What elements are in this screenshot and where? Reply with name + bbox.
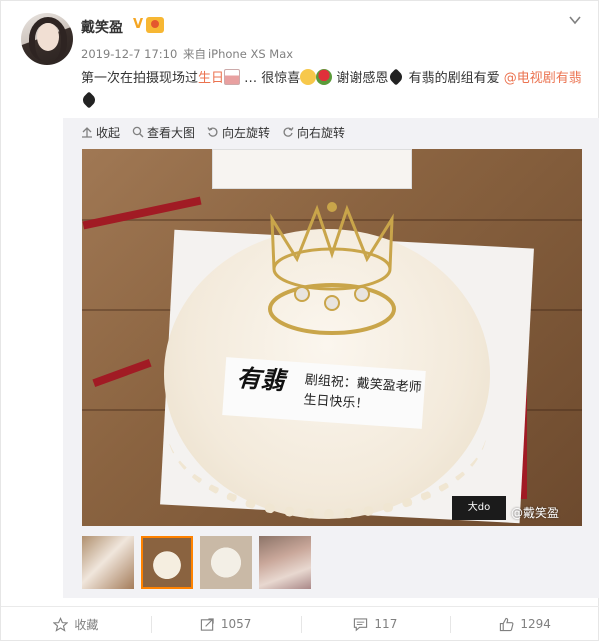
avatar-face bbox=[37, 23, 59, 51]
thumbs-up-icon bbox=[500, 617, 514, 631]
chevron-down-icon[interactable] bbox=[568, 13, 582, 27]
repost-icon bbox=[200, 617, 214, 631]
thumbnail[interactable] bbox=[200, 536, 252, 589]
medal-icon[interactable] bbox=[146, 17, 164, 33]
favorite-button[interactable]: 收藏 bbox=[1, 607, 151, 641]
author-name[interactable]: 戴笑盈 bbox=[81, 17, 123, 37]
black-heart-icon bbox=[387, 68, 405, 86]
rotate-right-button[interactable]: 向右旋转 bbox=[282, 123, 345, 141]
repost-count: 1057 bbox=[220, 617, 252, 631]
cake-emoji-icon bbox=[224, 69, 241, 85]
post-source: iPhone XS Max bbox=[207, 47, 294, 61]
rotate-left-icon bbox=[207, 127, 218, 137]
red-ribbon bbox=[82, 196, 202, 230]
collapse-button[interactable]: 收起 bbox=[81, 123, 120, 141]
crown-icon bbox=[268, 202, 396, 335]
post-text: 第一次在拍摄现场过生日 … 很惊喜 谢谢感恩 有翡的剧组有爱 @电视剧有翡 bbox=[80, 67, 586, 113]
brand-logo: 大do bbox=[452, 496, 506, 520]
rotate-right-label: 向右旋转 bbox=[297, 125, 346, 140]
comment-button[interactable]: 117 bbox=[300, 607, 451, 641]
main-photo[interactable]: 有翡 剧组祝：戴笑盈老师 生日快乐！ 大do bbox=[82, 149, 582, 526]
thumbnail[interactable] bbox=[259, 536, 311, 589]
like-button[interactable]: 1294 bbox=[450, 607, 599, 641]
repost-button[interactable]: 1057 bbox=[150, 607, 301, 641]
comment-icon bbox=[354, 617, 368, 631]
black-heart-icon bbox=[80, 91, 98, 109]
thumbnail-selected[interactable] bbox=[141, 536, 193, 589]
avatar[interactable] bbox=[21, 13, 73, 65]
weibo-post-card: 戴笑盈 V 2019-12-7 17:10 来自 iPhone XS Max 第一… bbox=[0, 0, 599, 641]
view-large-label: 查看大图 bbox=[147, 125, 196, 140]
rotate-left-button[interactable]: 向左旋转 bbox=[207, 123, 270, 141]
tag-brand: 有翡 bbox=[235, 363, 286, 396]
media-toolbar: 收起 查看大图 向左旋转 向右旋转 bbox=[81, 123, 345, 141]
rotate-right-icon bbox=[283, 127, 294, 137]
post-text-part2: … 很惊喜 bbox=[240, 71, 301, 86]
favorite-label: 收藏 bbox=[74, 617, 99, 632]
rotate-left-label: 向左旋转 bbox=[222, 125, 271, 140]
star-icon bbox=[53, 616, 69, 632]
thumbnail-strip bbox=[82, 536, 311, 589]
post-text-part1: 第一次在拍摄现场过 bbox=[81, 71, 199, 86]
comment-count: 117 bbox=[374, 617, 398, 631]
post-meta: 2019-12-7 17:10 来自 iPhone XS Max bbox=[81, 46, 295, 62]
post-text-highlight[interactable]: 生日 bbox=[198, 71, 224, 86]
post-text-part3: 谢谢感恩 bbox=[332, 71, 389, 86]
rose-emoji-icon bbox=[316, 69, 333, 85]
post-timestamp[interactable]: 2019-12-7 17:10 bbox=[81, 47, 177, 61]
red-ribbon bbox=[92, 358, 152, 388]
face-emoji-icon bbox=[300, 69, 317, 85]
action-bar: 收藏 1057 117 1294 bbox=[1, 606, 599, 641]
post-source-prefix: 来自 bbox=[182, 47, 206, 61]
view-large-button[interactable]: 查看大图 bbox=[132, 123, 195, 141]
thumbnail[interactable] bbox=[82, 536, 134, 589]
verified-icon: V bbox=[132, 17, 144, 32]
gift-box bbox=[212, 149, 412, 189]
mention-link[interactable]: @电视剧有翡 bbox=[504, 71, 582, 86]
like-count: 1294 bbox=[520, 617, 551, 631]
post-text-part4: 有翡的剧组有爱 bbox=[404, 71, 504, 86]
search-icon bbox=[132, 126, 144, 138]
photo-watermark: @戴笑盈 bbox=[511, 506, 560, 520]
arrow-up-icon bbox=[82, 127, 92, 138]
collapse-label: 收起 bbox=[96, 125, 121, 140]
